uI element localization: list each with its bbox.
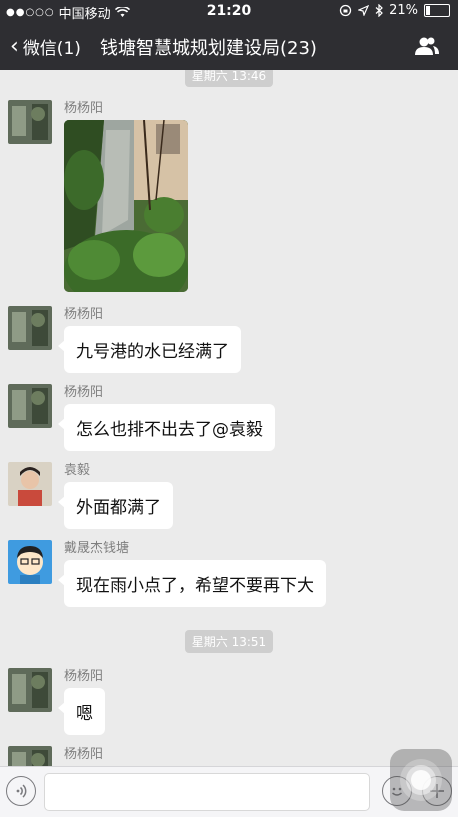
battery-percent: 21%: [389, 3, 418, 18]
chat-title: 钱塘智慧城规划建设局(23): [100, 38, 317, 59]
sender-name: 杨杨阳: [64, 385, 104, 400]
assistive-touch-button[interactable]: [390, 749, 452, 811]
sender-name: 杨杨阳: [64, 669, 104, 684]
image-message[interactable]: [64, 120, 188, 292]
avatar[interactable]: [8, 100, 52, 144]
message-bubble[interactable]: 九号港的水已经满了: [58, 326, 241, 373]
group-members-icon[interactable]: [414, 36, 440, 56]
message-bubble[interactable]: 现在雨小点了，希望不要再下大: [58, 560, 326, 607]
message-input[interactable]: [44, 773, 370, 811]
voice-button[interactable]: [6, 776, 36, 806]
avatar[interactable]: [8, 306, 52, 350]
message-bubble[interactable]: 怎么也排不出去了@袁毅: [58, 404, 275, 451]
back-label: 微信(1): [22, 39, 81, 59]
rotation-lock-icon: [339, 4, 352, 17]
sender-name: 杨杨阳: [64, 747, 104, 762]
avatar[interactable]: [8, 746, 52, 766]
avatar[interactable]: [8, 540, 52, 584]
bluetooth-icon: [375, 4, 383, 17]
avatar[interactable]: [8, 384, 52, 428]
navigation-bar: ‹ 微信(1) 钱塘智慧城规划建设局(23): [0, 22, 458, 70]
chevron-left-icon: ‹: [10, 33, 19, 59]
battery-icon: [424, 4, 450, 17]
status-bar: ●●○○○ 中国移动 21:20 21%: [0, 0, 458, 22]
sender-name: 戴晟杰钱塘: [64, 541, 130, 556]
battery-fill: [426, 6, 430, 15]
message-timestamp: 星期六 13:46: [0, 70, 458, 87]
message-bubble[interactable]: 外面都满了: [58, 482, 173, 529]
message-bubble[interactable]: 嗯: [58, 688, 105, 735]
sender-name: 杨杨阳: [64, 101, 104, 116]
avatar[interactable]: [8, 462, 52, 506]
avatar[interactable]: [8, 668, 52, 712]
chat-message-list[interactable]: 星期六 13:46 杨杨阳 杨杨阳 九号港的水已经满了 杨杨阳 怎么也排不出去了…: [0, 70, 458, 766]
location-icon: [358, 5, 370, 16]
voice-icon: [16, 784, 27, 798]
back-button[interactable]: ‹ 微信(1): [10, 34, 81, 59]
sender-name: 杨杨阳: [64, 307, 104, 322]
sender-name: 袁毅: [64, 463, 91, 478]
message-timestamp: 星期六 13:51: [0, 630, 458, 653]
